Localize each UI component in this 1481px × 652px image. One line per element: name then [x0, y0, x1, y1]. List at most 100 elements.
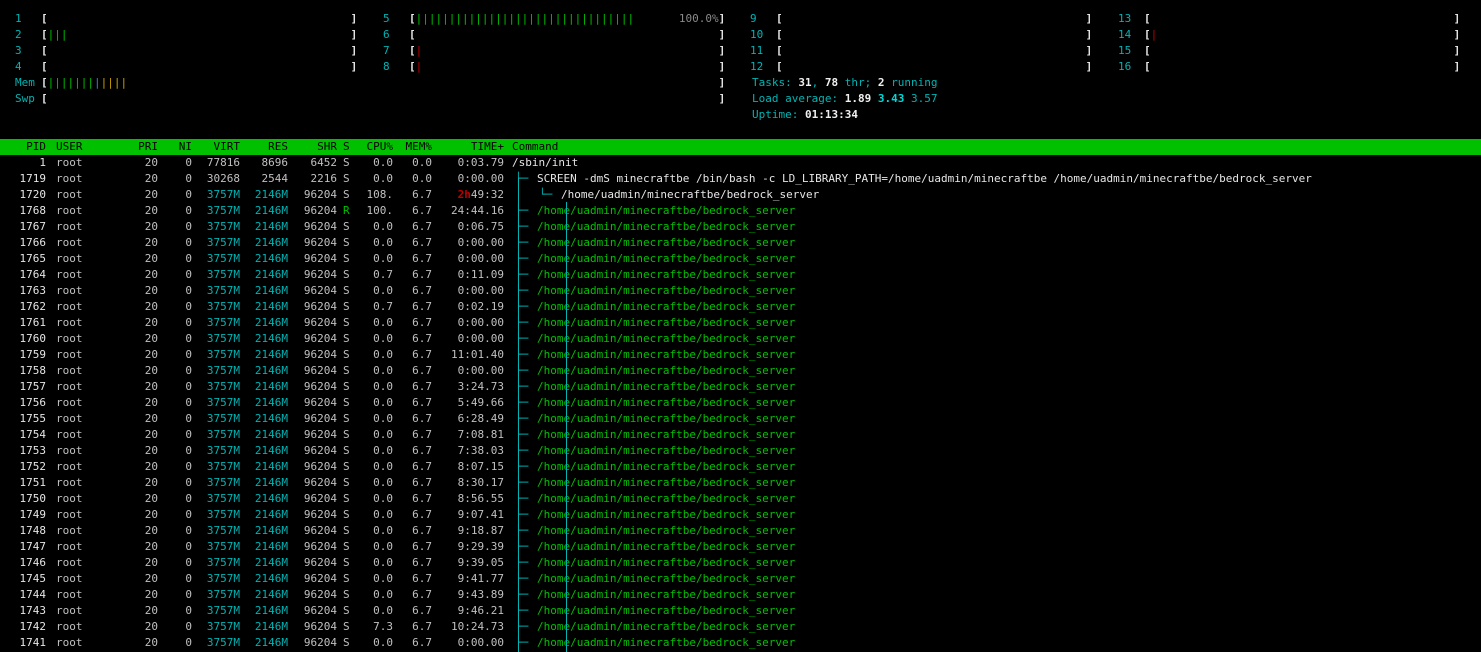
col-header-shr[interactable]: SHR — [290, 139, 337, 155]
cell-ni: 0 — [185, 556, 192, 569]
meter-label: 10 — [750, 28, 764, 41]
col-header-cpu[interactable]: CPU% — [355, 139, 394, 155]
col-header-user[interactable]: USER — [56, 139, 83, 155]
process-row[interactable]: 1 root 20 0 77816 8696 6452 S 0.0 0.0 0:03.79/sbin… — [0, 155, 1481, 171]
process-row[interactable]: 1768 root 20 0 3757M 2146M 96204 R 100. 6.7 24:44.… — [0, 203, 1481, 219]
cell-res: 2146M — [254, 252, 288, 265]
cell-command: /home/uadmin/minecraftbe/bedrock_server — [537, 508, 796, 521]
cell-pri: 20 — [144, 556, 158, 569]
process-row[interactable]: 1763 root 20 0 3757M 2146M 96204 S 0.0 6.7 0:00.00… — [0, 283, 1481, 299]
col-header-mem[interactable]: MEM% — [398, 139, 433, 155]
cell-command: /home/uadmin/minecraftbe/bedrock_server — [537, 444, 796, 457]
cell-pid: 1743 — [19, 604, 47, 617]
process-row[interactable]: 1757 root 20 0 3757M 2146M 96204 S 0.0 6.7 3:24.73… — [0, 379, 1481, 395]
cell-pid: 1765 — [19, 252, 47, 265]
cell-shr: 96204 — [303, 620, 337, 633]
cell-cpu: 0.0 — [373, 380, 393, 393]
process-row[interactable]: 1758 root 20 0 3757M 2146M 96204 S 0.0 6.7 0:00.00… — [0, 363, 1481, 379]
process-row[interactable]: 1748 root 20 0 3757M 2146M 96204 S 0.0 6.7 9:18.87… — [0, 523, 1481, 539]
process-row[interactable]: 1760 root 20 0 3757M 2146M 96204 S 0.0 6.7 0:00.00… — [0, 331, 1481, 347]
process-row[interactable]: 1742 root 20 0 3757M 2146M 96204 S 7.3 6.7 10:24.7… — [0, 619, 1481, 635]
cell-ni: 0 — [185, 588, 192, 601]
process-row[interactable]: 1720 root 20 0 3757M 2146M 96204 S 108. 6.7 2h49:3… — [0, 187, 1481, 203]
process-row[interactable]: 1756 root 20 0 3757M 2146M 96204 S 0.0 6.7 5:49.66… — [0, 395, 1481, 411]
cell-mem: 6.7 — [412, 556, 432, 569]
col-header-time[interactable]: TIME+ — [436, 139, 504, 155]
process-row[interactable]: 1752 root 20 0 3757M 2146M 96204 S 0.0 6.7 8:07.15… — [0, 459, 1481, 475]
process-row[interactable]: 1741 root 20 0 3757M 2146M 96204 S 0.0 6.7 0:00.00… — [0, 635, 1481, 651]
process-row[interactable]: 1766 root 20 0 3757M 2146M 96204 S 0.0 6.7 0:00.00… — [0, 235, 1481, 251]
col-header-pri[interactable]: PRI — [130, 139, 158, 155]
cell-shr: 96204 — [303, 540, 337, 553]
cell-time-value: 9:07.41 — [457, 508, 504, 521]
process-row[interactable]: 1747 root 20 0 3757M 2146M 96204 S 0.0 6.7 9:29.39… — [0, 539, 1481, 555]
process-row[interactable]: 1753 root 20 0 3757M 2146M 96204 S 0.0 6.7 7:38.03… — [0, 443, 1481, 459]
cell-cpu: 0.0 — [373, 604, 393, 617]
cell-res: 2146M — [254, 316, 288, 329]
process-row[interactable]: 1767 root 20 0 3757M 2146M 96204 S 0.0 6.7 0:06.75… — [0, 219, 1481, 235]
cell-pid: 1767 — [19, 220, 47, 233]
cell-pri: 20 — [144, 396, 158, 409]
cell-mem: 6.7 — [412, 412, 432, 425]
col-header-state[interactable]: S — [343, 139, 350, 155]
cell-user: root — [56, 364, 83, 377]
cell-shr: 96204 — [303, 252, 337, 265]
meter-fill — [783, 59, 1086, 75]
process-row[interactable]: 1749 root 20 0 3757M 2146M 96204 S 0.0 6.7 9:07.41… — [0, 507, 1481, 523]
col-header-res[interactable]: RES — [243, 139, 288, 155]
column-header-row[interactable]: PID USER PRI NI VIRT RES SHR S CPU% MEM%… — [0, 139, 1481, 155]
cell-time: 0:03.79 — [436, 155, 504, 171]
process-row[interactable]: 1761 root 20 0 3757M 2146M 96204 S 0.0 6.7 0:00.00… — [0, 315, 1481, 331]
cell-time-value: 0:02.19 — [457, 300, 504, 313]
cell-pri: 20 — [144, 252, 158, 265]
cell-virt: 77816 — [206, 156, 240, 169]
cell-time-value: 9:39.05 — [457, 556, 504, 569]
cell-user: root — [56, 428, 83, 441]
cell-state: S — [343, 348, 350, 361]
process-row[interactable]: 1762 root 20 0 3757M 2146M 96204 S 0.7 6.7 0:02.19… — [0, 299, 1481, 315]
process-row[interactable]: 1759 root 20 0 3757M 2146M 96204 S 0.0 6.7 11:01.4… — [0, 347, 1481, 363]
col-header-virt[interactable]: VIRT — [195, 139, 241, 155]
cell-ni: 0 — [185, 236, 192, 249]
cell-mem: 6.7 — [412, 572, 432, 585]
process-row[interactable]: 1751 root 20 0 3757M 2146M 96204 S 0.0 6.7 8:30.17… — [0, 475, 1481, 491]
process-row[interactable]: 1754 root 20 0 3757M 2146M 96204 S 0.0 6.7 7:08.81… — [0, 427, 1481, 443]
cell-time-value: 8:56.55 — [457, 492, 504, 505]
cell-pid: 1754 — [19, 428, 47, 441]
col-header-ni[interactable]: NI — [166, 139, 192, 155]
cell-shr: 96204 — [303, 492, 337, 505]
cell-res: 2146M — [254, 444, 288, 457]
meter-bracket-open: [ — [1144, 28, 1151, 41]
cell-user: root — [56, 188, 83, 201]
process-row[interactable]: 1765 root 20 0 3757M 2146M 96204 S 0.0 6.7 0:00.00… — [0, 251, 1481, 267]
cell-pri: 20 — [144, 364, 158, 377]
cell-mem: 6.7 — [412, 348, 432, 361]
cell-virt: 3757M — [206, 556, 240, 569]
process-row[interactable]: 1746 root 20 0 3757M 2146M 96204 S 0.0 6.7 9:39.05… — [0, 555, 1481, 571]
cell-virt: 3757M — [206, 316, 240, 329]
meter-bracket-close: ] — [1453, 60, 1461, 73]
cell-state: S — [343, 316, 350, 329]
process-row[interactable]: 1719 root 20 0 30268 2544 2216 S 0.0 0.0 0:00.00 ├─… — [0, 171, 1481, 187]
cell-mem: 6.7 — [412, 396, 432, 409]
cell-virt: 3757M — [206, 620, 240, 633]
process-row[interactable]: 1755 root 20 0 3757M 2146M 96204 S 0.0 6.7 6:28.49… — [0, 411, 1481, 427]
meter-bar: | — [1151, 27, 1454, 43]
col-header-pid[interactable]: PID — [0, 139, 46, 155]
cell-time: 9:39.05 — [436, 555, 504, 571]
cell-pid: 1747 — [19, 540, 47, 553]
meter-bar — [48, 43, 351, 59]
meter-bracket-close: ] — [718, 12, 726, 25]
process-row[interactable]: 1764 root 20 0 3757M 2146M 96204 S 0.7 6.7 0:11.09… — [0, 267, 1481, 283]
cell-pri: 20 — [144, 460, 158, 473]
process-row[interactable]: 1743 root 20 0 3757M 2146M 96204 S 0.0 6.7 9:46.21… — [0, 603, 1481, 619]
cell-pid: 1750 — [19, 492, 47, 505]
process-row[interactable]: 1745 root 20 0 3757M 2146M 96204 S 0.0 6.7 9:41.77… — [0, 571, 1481, 587]
process-row[interactable]: 1750 root 20 0 3757M 2146M 96204 S 0.0 6.7 8:56.55… — [0, 491, 1481, 507]
meter: 5 [||||||||||||||||||||||||||||||||| 100.0… — [383, 11, 725, 27]
process-row[interactable]: 1744 root 20 0 3757M 2146M 96204 S 0.0 6.7 9:43.89… — [0, 587, 1481, 603]
cell-pid: 1759 — [19, 348, 47, 361]
col-header-command[interactable]: Command — [512, 139, 558, 155]
cell-time-value: 9:46.21 — [457, 604, 504, 617]
tree-branch-icon: ├─ — [515, 380, 529, 393]
